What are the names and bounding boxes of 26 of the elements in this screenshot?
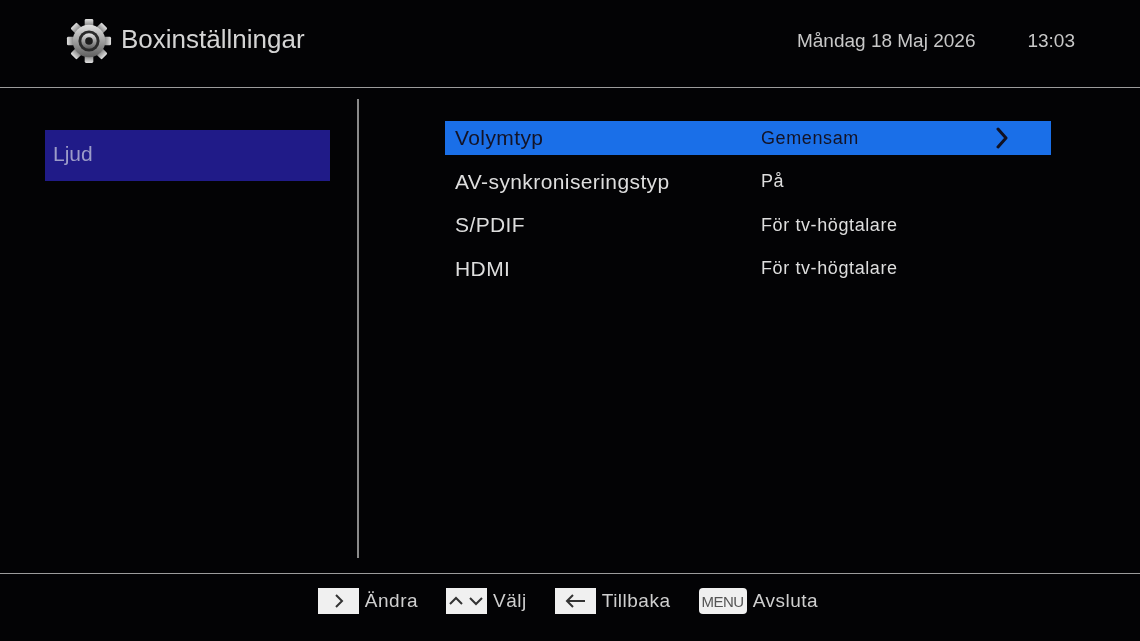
setting-value: På [761, 171, 785, 192]
sidebar-item[interactable]: Ljud [45, 130, 330, 181]
hint-label: Välj [493, 590, 527, 612]
setting-row[interactable]: Volymtyp Gemensam [445, 121, 1051, 155]
setting-label: HDMI [454, 256, 512, 281]
setting-label: Volymtyp [454, 126, 545, 150]
setting-value: För tv-högtalare [761, 258, 898, 279]
screen-title: Boxinställningar [121, 24, 305, 55]
date-text: Måndag 18 Maj 2026 [796, 29, 976, 52]
menu-key: MENU [698, 588, 747, 614]
chevron-right-icon [996, 127, 1008, 149]
clock-time: 13:03 [1027, 29, 1075, 52]
hint-label: Ändra [364, 590, 419, 612]
setting-label: AV-synkroniseringstyp [454, 169, 671, 194]
setting-value: Gemensam [761, 127, 859, 149]
hint-label: Avsluta [752, 590, 819, 612]
chevron-right-key-icon [317, 588, 359, 614]
setting-row[interactable]: HDMI För tv-högtalare [445, 251, 1051, 286]
setting-row[interactable]: S/PDIF För tv-högtalare [445, 208, 1051, 242]
setting-label: S/PDIF [454, 213, 527, 237]
setting-value: För tv-högtalare [761, 214, 898, 236]
settings-icon [66, 17, 112, 64]
setting-row[interactable]: AV-synkroniseringstyp På [445, 164, 1051, 199]
left-arrow-key-icon [554, 588, 596, 614]
hint-label: Tillbaka [601, 590, 671, 612]
up-down-key-icon [446, 588, 488, 614]
